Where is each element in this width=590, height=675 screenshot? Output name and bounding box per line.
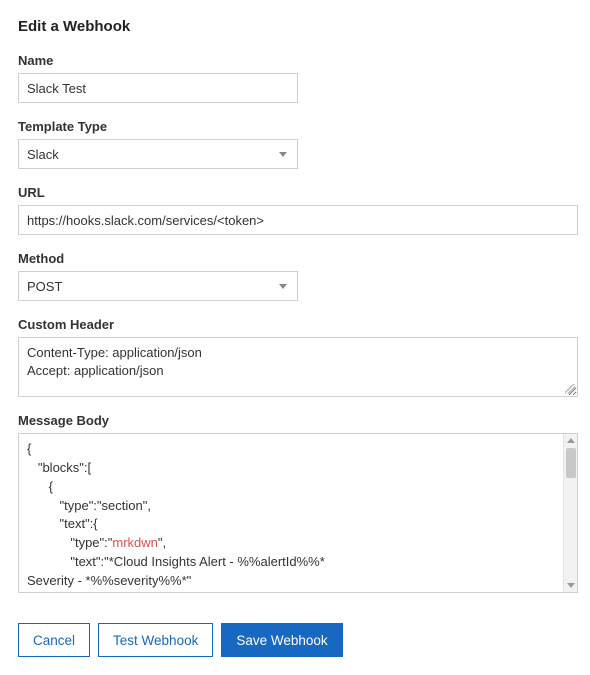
scroll-thumb[interactable]: [566, 448, 576, 478]
message-body-textarea[interactable]: { "blocks":[ { "type":"section", "text":…: [18, 433, 578, 593]
custom-header-field: Custom Header Content-Type: application/…: [18, 317, 572, 397]
resize-grip-icon: [565, 384, 575, 394]
custom-header-label: Custom Header: [18, 317, 572, 332]
method-label: Method: [18, 251, 572, 266]
message-body-value: { "blocks":[ { "type":"section", "text":…: [19, 434, 563, 592]
custom-header-textarea[interactable]: Content-Type: application/json Accept: a…: [18, 337, 578, 397]
custom-header-value: Content-Type: application/json Accept: a…: [27, 345, 202, 378]
method-field: Method POST: [18, 251, 572, 301]
name-value: Slack Test: [27, 81, 86, 96]
page-title: Edit a Webhook: [18, 18, 572, 35]
template-type-label: Template Type: [18, 119, 572, 134]
method-value: POST: [27, 279, 62, 294]
scroll-up-icon[interactable]: [567, 438, 575, 443]
button-row: Cancel Test Webhook Save Webhook: [18, 623, 572, 657]
template-type-field: Template Type Slack: [18, 119, 572, 169]
name-field: Name Slack Test: [18, 53, 572, 103]
url-value: https://hooks.slack.com/services/<token>: [27, 213, 264, 228]
message-body-field: Message Body { "blocks":[ { "type":"sect…: [18, 413, 572, 593]
chevron-down-icon: [279, 152, 287, 157]
scroll-down-icon[interactable]: [567, 583, 575, 588]
url-input[interactable]: https://hooks.slack.com/services/<token>: [18, 205, 578, 235]
url-field: URL https://hooks.slack.com/services/<to…: [18, 185, 572, 235]
chevron-down-icon: [279, 284, 287, 289]
save-webhook-button[interactable]: Save Webhook: [221, 623, 342, 657]
url-label: URL: [18, 185, 572, 200]
template-type-select[interactable]: Slack: [18, 139, 298, 169]
name-label: Name: [18, 53, 572, 68]
scrollbar[interactable]: [563, 434, 577, 592]
test-webhook-button[interactable]: Test Webhook: [98, 623, 213, 657]
name-input[interactable]: Slack Test: [18, 73, 298, 103]
cancel-button[interactable]: Cancel: [18, 623, 90, 657]
template-type-value: Slack: [27, 147, 59, 162]
method-select[interactable]: POST: [18, 271, 298, 301]
message-body-label: Message Body: [18, 413, 572, 428]
